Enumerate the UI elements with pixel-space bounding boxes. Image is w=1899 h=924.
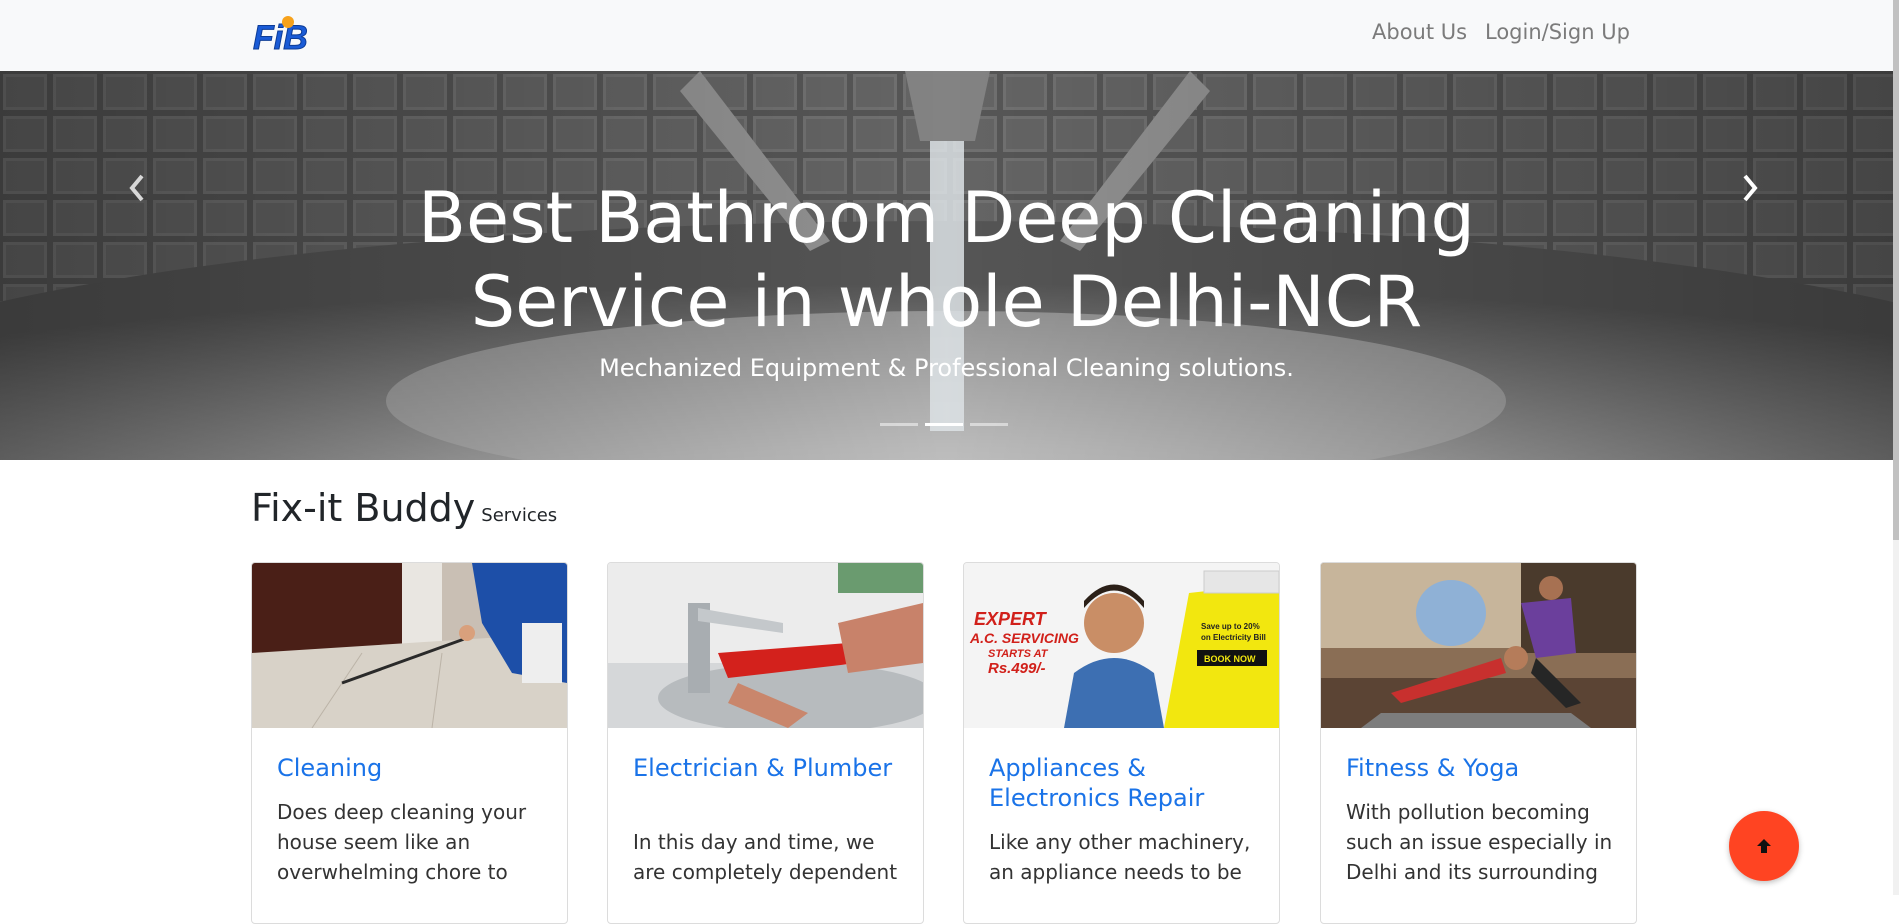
- services-subtitle: Services: [481, 505, 558, 526]
- nav-login-signup[interactable]: Login/Sign Up: [1485, 20, 1630, 44]
- carousel-indicator-3[interactable]: [970, 423, 1008, 426]
- cleaning-image: [252, 563, 567, 728]
- carousel-indicators: [880, 423, 1010, 429]
- logo-dot: [282, 16, 294, 28]
- ad-headline-starts-at: STARTS AT: [988, 648, 1049, 660]
- logo-text: FiB: [253, 19, 308, 54]
- navbar: FiB About Us Login/Sign Up: [0, 0, 1893, 72]
- card-title-electrician-plumber[interactable]: Electrician & Plumber: [633, 753, 903, 783]
- service-card-electrician-plumber[interactable]: Electrician & Plumber In this day and ti…: [607, 562, 924, 924]
- hero-title-line-1: Best Bathroom Deep Cleaning: [418, 177, 1475, 259]
- card-text-fitness-yoga: With pollution becoming such an issue es…: [1346, 800, 1613, 884]
- ad-headline-ac-servicing: A.C. SERVICING: [969, 630, 1079, 646]
- card-title-fitness-yoga[interactable]: Fitness & Yoga: [1346, 753, 1616, 783]
- scrollbar-thumb[interactable]: [1893, 0, 1899, 540]
- nav-about-us[interactable]: About Us: [1372, 20, 1467, 44]
- card-text-cleaning: Does deep cleaning your house seem like …: [277, 800, 527, 884]
- back-to-top-button[interactable]: [1729, 811, 1799, 881]
- card-text-electrician-plumber: In this day and time, we are completely …: [633, 830, 898, 884]
- hero-subtitle: Mechanized Equipment & Professional Clea…: [599, 354, 1294, 382]
- arrow-up-icon: [1757, 839, 1771, 853]
- service-card-cleaning[interactable]: Cleaning Does deep cleaning your house s…: [251, 562, 568, 924]
- page-scrollbar[interactable]: [1893, 0, 1899, 895]
- hero-title: Best Bathroom Deep Cleaning Service in w…: [0, 176, 1893, 344]
- ad-book-now: BOOK NOW: [1204, 654, 1256, 664]
- service-card-appliances-repair[interactable]: EXPERT A.C. SERVICING STARTS AT Rs.499/-…: [963, 562, 1280, 924]
- hero-title-line-2: Service in whole Delhi-NCR: [470, 261, 1423, 343]
- ad-offer-line-1: Save up to 20%: [1201, 622, 1260, 631]
- ac-servicing-ad-image: EXPERT A.C. SERVICING STARTS AT Rs.499/-…: [964, 563, 1279, 728]
- card-title-cleaning[interactable]: Cleaning: [277, 753, 547, 783]
- carousel-indicator-1[interactable]: [880, 423, 918, 426]
- fitness-image: [1321, 563, 1636, 728]
- service-card-fitness-yoga[interactable]: Fitness & Yoga With pollution becoming s…: [1320, 562, 1637, 924]
- card-text-appliances-repair: Like any other machinery, an appliance n…: [989, 830, 1251, 884]
- ad-headline-expert: EXPERT: [974, 609, 1048, 629]
- services-title: Fix-it Buddy: [251, 486, 476, 530]
- ad-offer-line-2: on Electricity Bill: [1201, 633, 1266, 642]
- fib-logo[interactable]: FiB: [251, 14, 323, 54]
- services-section-title: Fix-it Buddy Services: [251, 486, 557, 530]
- carousel-indicator-2[interactable]: [925, 423, 963, 426]
- plumber-image: [608, 563, 923, 728]
- hero-carousel: Best Bathroom Deep Cleaning Service in w…: [0, 71, 1893, 460]
- card-title-appliances-repair[interactable]: Appliances & Electronics Repair: [989, 753, 1259, 813]
- ad-price: Rs.499/-: [988, 660, 1046, 677]
